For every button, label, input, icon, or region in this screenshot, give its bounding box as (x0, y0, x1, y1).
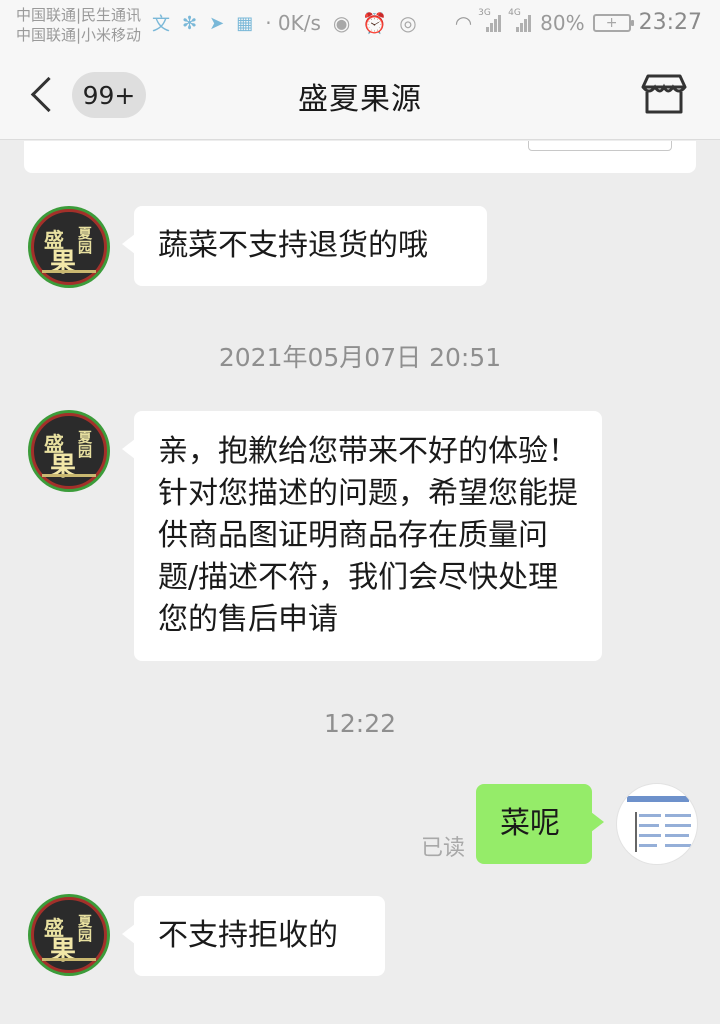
battery-icon: + (592, 13, 634, 32)
message-text: 亲，抱歉给您带来不好的体验！针对您描述的问题，希望您能提供商品图证明商品存在质量… (158, 434, 578, 637)
previous-message-card[interactable] (24, 141, 696, 173)
message-bubble-incoming[interactable]: 亲，抱歉给您带来不好的体验！针对您描述的问题，希望您能提供商品图证明商品存在质量… (122, 411, 602, 661)
card-action-button[interactable] (528, 141, 672, 151)
eye-icon: ◎ (399, 11, 417, 35)
wifi-icon: ◠ (454, 10, 473, 35)
sun-icon: ✻ (182, 12, 198, 34)
notification-icons: 文 ✻ ➤ ▦ · 0K/s ◉ ⏰ ◎ (152, 10, 417, 36)
message-text: 菜呢 (500, 806, 560, 841)
signal-4g-icon: 4G (508, 8, 532, 34)
gallery-icon: ▦ (236, 12, 254, 34)
carrier-info: 中国联通|民生通讯 中国联通|小米移动 (16, 5, 141, 45)
message-text: 蔬菜不支持退货的哦 (158, 228, 428, 263)
carrier-line-1: 中国联通|民生通讯 (16, 6, 142, 24)
shop-avatar[interactable]: 盛 果 夏园 (28, 206, 110, 288)
signal-3g-icon: 3G (478, 8, 502, 34)
message-timestamp: 12:22 (323, 709, 397, 738)
alarm-icon: ⏰ (362, 11, 388, 35)
battery-percent: 80% (540, 10, 585, 35)
message-bubble-incoming[interactable]: 不支持拒收的 (122, 896, 385, 976)
store-icon (641, 74, 687, 114)
my-avatar[interactable] (616, 783, 698, 865)
message-timestamp: 2021年05月07日 20:51 (218, 343, 502, 372)
clock: 23:27 (638, 10, 702, 35)
net-speed: · 0K/s (265, 11, 321, 35)
message-bubble-outgoing[interactable]: 菜呢 (476, 784, 604, 864)
carrier-line-2: 中国联通|小米移动 (16, 26, 142, 44)
chat-area[interactable]: 盛 果 夏园 蔬菜不支持退货的哦 2021年05月07日 20:51 盛 果 夏… (0, 141, 720, 1024)
nfc-icon: ◉ (332, 11, 351, 35)
message-text: 不支持拒收的 (158, 918, 338, 953)
system-status: ◠ 3G 4G 80% + 23:27 (454, 8, 702, 36)
nav-bar: 99+ 盛夏果源 (0, 50, 720, 140)
shop-avatar[interactable]: 盛 果 夏园 (28, 410, 110, 492)
message-bubble-incoming[interactable]: 蔬菜不支持退货的哦 (122, 206, 487, 286)
paper-plane-icon: ➤ (209, 12, 225, 34)
read-receipt: 已读 (421, 836, 466, 861)
status-bar: 中国联通|民生通讯 中国联通|小米移动 文 ✻ ➤ ▦ · 0K/s ◉ ⏰ ◎… (0, 0, 720, 50)
translate-icon: 文 (152, 14, 170, 35)
chat-screen: 中国联通|民生通讯 中国联通|小米移动 文 ✻ ➤ ▦ · 0K/s ◉ ⏰ ◎… (0, 0, 720, 1024)
shop-avatar[interactable]: 盛 果 夏园 (28, 894, 110, 976)
shop-button[interactable] (640, 70, 688, 118)
chat-title: 盛夏果源 (298, 82, 422, 117)
